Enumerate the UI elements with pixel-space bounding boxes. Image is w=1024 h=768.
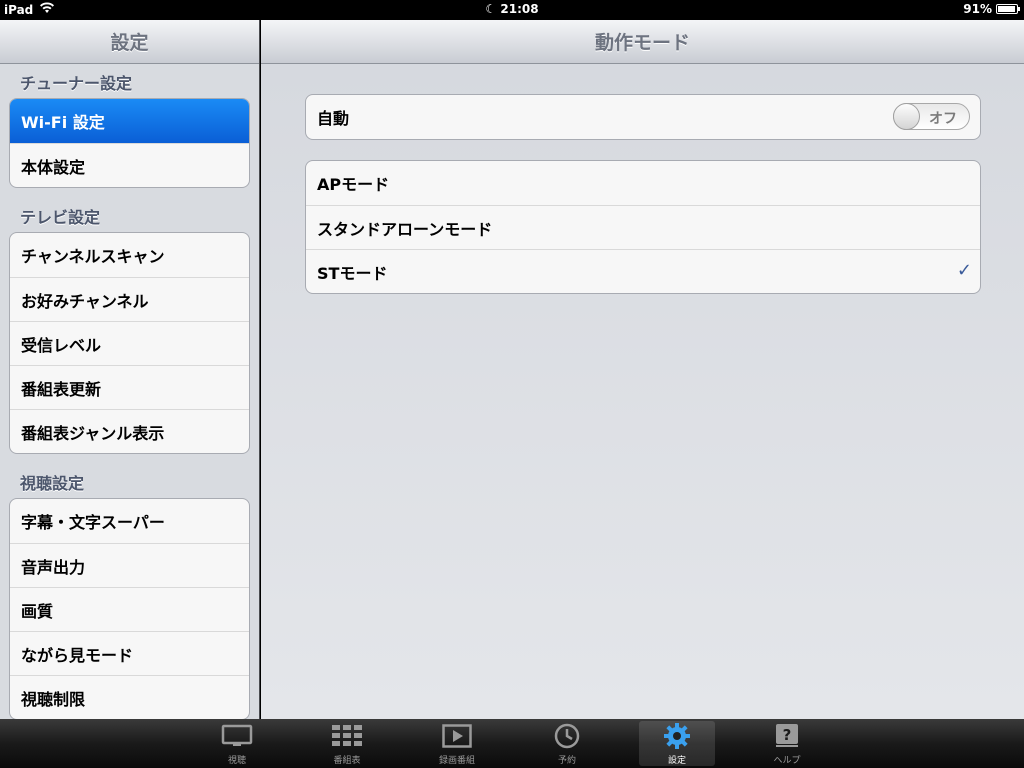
settings-sidebar: 設定 チューナー設定 Wi-Fi 設定 本体設定 テレビ設定 チャンネルスキャン… — [0, 20, 260, 719]
sidebar-item-epg-update[interactable]: 番組表更新 — [10, 365, 249, 409]
section-header-viewing: 視聴設定 — [20, 474, 85, 493]
mode-item-st[interactable]: STモード ✓ — [306, 249, 980, 293]
gear-icon — [663, 721, 691, 751]
toggle-label: オフ — [929, 111, 957, 127]
mode-label: APモード — [317, 175, 390, 194]
tab-epg[interactable]: 番組表 — [309, 721, 385, 766]
sidebar-item-epg-genre[interactable]: 番組表ジャンル表示 — [10, 409, 249, 453]
grid-icon — [332, 721, 362, 751]
svg-text:?: ? — [783, 726, 792, 744]
auto-label: 自動 — [317, 109, 350, 128]
toggle-knob — [893, 103, 920, 130]
tab-label: 番組表 — [333, 756, 361, 766]
section-viewing: 字幕・文字スーパー 音声出力 画質 ながら見モード 視聴制限 — [9, 498, 250, 719]
sidebar-item-channel-scan[interactable]: チャンネルスキャン — [10, 233, 249, 277]
tab-help[interactable]: ? ヘルプ — [749, 721, 825, 766]
sidebar-item-reception-level[interactable]: 受信レベル — [10, 321, 249, 365]
tv-icon — [221, 721, 253, 751]
sidebar-title: 設定 — [0, 20, 259, 64]
tab-watch[interactable]: 視聴 — [199, 721, 275, 766]
mode-item-standalone[interactable]: スタンドアローンモード — [306, 205, 980, 249]
mode-list: APモード スタンドアローンモード STモード ✓ — [305, 160, 981, 294]
section-header-tuner: チューナー設定 — [20, 74, 133, 93]
sidebar-item-audio-output[interactable]: 音声出力 — [10, 543, 249, 587]
clock-icon — [554, 721, 580, 751]
battery-percent: 91% — [963, 2, 992, 16]
sidebar-item-parental-control[interactable]: 視聴制限 — [10, 675, 249, 719]
auto-group: 自動 オフ — [305, 94, 981, 140]
mode-label: STモード — [317, 263, 388, 283]
mode-item-ap[interactable]: APモード — [306, 161, 980, 205]
tab-label: 予約 — [557, 756, 576, 766]
auto-toggle[interactable]: オフ — [893, 103, 970, 130]
tab-label: 設定 — [667, 756, 686, 766]
tab-bar: 視聴 番組表 録画番組 予約 設定 ? ヘルプ — [0, 719, 1024, 768]
sidebar-item-favorite-channels[interactable]: お好みチャンネル — [10, 277, 249, 321]
tab-reservations[interactable]: 予約 — [529, 721, 605, 766]
page-title: 動作モード — [261, 20, 1024, 64]
sidebar-item-wifi[interactable]: Wi-Fi 設定 — [10, 99, 249, 143]
auto-row: 自動 オフ — [306, 95, 980, 139]
help-icon: ? — [775, 721, 799, 751]
checkmark-icon: ✓ — [956, 260, 972, 281]
tab-recordings[interactable]: 録画番組 — [419, 721, 495, 766]
section-tuner: Wi-Fi 設定 本体設定 — [9, 98, 250, 188]
status-bar: iPad ☾ 21:08 91% — [0, 0, 1024, 20]
detail-panel: 動作モード 自動 オフ APモード スタンドアローンモード STモード ✓ — [261, 20, 1024, 719]
section-tv: チャンネルスキャン お好みチャンネル 受信レベル 番組表更新 番組表ジャンル表示 — [9, 232, 250, 454]
battery-icon — [996, 4, 1020, 14]
sidebar-item-picture-quality[interactable]: 画質 — [10, 587, 249, 631]
tab-label: ヘルプ — [773, 756, 801, 766]
mode-label: スタンドアローンモード — [317, 219, 493, 239]
sidebar-item-device[interactable]: 本体設定 — [10, 143, 249, 187]
clock-time: 21:08 — [500, 2, 539, 16]
tab-settings[interactable]: 設定 — [639, 721, 715, 766]
tab-label: 視聴 — [227, 756, 246, 766]
tab-label: 録画番組 — [438, 756, 475, 766]
moon-icon: ☾ — [485, 2, 497, 16]
sidebar-item-subtitles[interactable]: 字幕・文字スーパー — [10, 499, 249, 543]
section-header-tv: テレビ設定 — [20, 208, 101, 227]
sidebar-item-multitask-mode[interactable]: ながら見モード — [10, 631, 249, 675]
play-icon — [442, 721, 472, 751]
